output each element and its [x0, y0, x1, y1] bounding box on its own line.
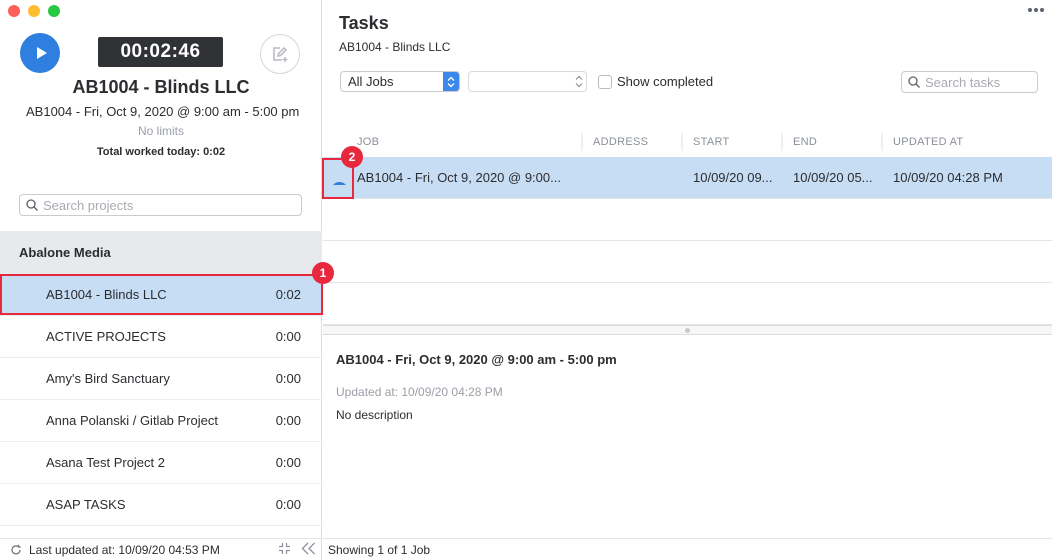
project-item[interactable]: AB1004 - Blinds LLC 0:02	[0, 274, 322, 316]
project-name: Asana Test Project 2	[46, 455, 165, 470]
project-item[interactable]: Asana Test Project 2 0:00	[0, 442, 322, 484]
project-list: AB1004 - Blinds LLC 0:02 ACTIVE PROJECTS…	[0, 274, 322, 526]
panel-splitter[interactable]	[323, 325, 1052, 335]
jobs-filter-value: All Jobs	[348, 74, 394, 89]
page-title: Tasks	[339, 13, 389, 33]
project-time: 0:00	[275, 455, 301, 470]
search-tasks-field[interactable]	[901, 71, 1038, 93]
project-name: ASAP TASKS	[46, 497, 126, 512]
select-stepper-icon	[575, 75, 583, 88]
task-detail-title: AB1004 - Fri, Oct 9, 2020 @ 9:00 am - 5:…	[336, 352, 617, 367]
show-completed-label: Show completed	[617, 74, 714, 89]
table-row[interactable]: AB1004 - Fri, Oct 9, 2020 @ 9:00... 10/0…	[323, 157, 1052, 199]
show-completed-toggle[interactable]: Show completed	[598, 74, 713, 89]
project-time: 0:00	[275, 371, 301, 386]
tasks-footer: Showing 1 of 1 Job	[323, 538, 1052, 560]
column-header-start[interactable]: START	[683, 133, 783, 151]
window-controls	[8, 5, 60, 17]
project-name: Anna Polanski / Gitlab Project	[46, 413, 218, 428]
project-name: AB1004 - Blinds LLC	[46, 287, 167, 302]
double-chevron-left-icon	[301, 542, 315, 555]
window-minimize-button[interactable]	[28, 5, 40, 17]
job-name: AB1004 - Fri, Oct 9, 2020 @ 9:00...	[357, 170, 561, 185]
last-updated-text: Last updated at: 10/09/20 04:53 PM	[29, 542, 220, 557]
show-completed-checkbox[interactable]	[598, 74, 612, 89]
total-worked-today: Total worked today: 0:02	[0, 146, 322, 158]
cell-updated-at: 10/09/20 04:28 PM	[893, 170, 1003, 185]
search-projects-input[interactable]	[43, 197, 283, 213]
cell-job: AB1004 - Fri, Oct 9, 2020 @ 9:00...	[323, 170, 583, 185]
empty-row	[323, 199, 1052, 241]
column-header-updated-at[interactable]: UPDATED AT	[883, 133, 1052, 151]
column-header-job[interactable]: JOB	[323, 133, 583, 151]
current-task-name: AB1004 - Fri, Oct 9, 2020 @ 9:00 am - 5:…	[26, 104, 300, 119]
window-maximize-button[interactable]	[48, 5, 60, 17]
secondary-filter-select[interactable]	[468, 71, 587, 92]
project-name: ACTIVE PROJECTS	[46, 329, 166, 344]
total-worked-label: Total worked today:	[96, 146, 200, 158]
sidebar-footer: Last updated at: 10/09/20 04:53 PM	[0, 538, 322, 560]
empty-row	[323, 241, 1052, 283]
refresh-button[interactable]	[10, 544, 22, 556]
start-timer-button[interactable]	[20, 33, 60, 73]
search-projects-field[interactable]	[19, 194, 302, 216]
project-item[interactable]: ACTIVE PROJECTS 0:00	[0, 316, 322, 358]
sidebar: 00:02:46 AB1004 - Blinds LLC AB1004 - Fr…	[0, 0, 322, 560]
project-item[interactable]: ASAP TASKS 0:00	[0, 484, 322, 526]
window-close-button[interactable]	[8, 5, 20, 17]
collapse-sidebar-button[interactable]	[301, 542, 316, 555]
project-name: Amy's Bird Sanctuary	[46, 371, 170, 386]
column-header-end[interactable]: END	[783, 133, 883, 151]
project-time: 0:00	[275, 413, 301, 428]
project-time: 0:02	[275, 287, 301, 302]
splitter-handle-icon	[685, 328, 690, 333]
play-icon	[36, 47, 47, 59]
task-detail-description: No description	[336, 408, 413, 422]
limits-text: No limits	[137, 124, 184, 138]
start-task-button[interactable]	[331, 182, 348, 185]
select-stepper-icon	[443, 72, 459, 91]
cell-start: 10/09/20 09...	[693, 170, 773, 185]
project-item[interactable]: Anna Polanski / Gitlab Project 0:00	[0, 400, 322, 442]
showing-count-text: Showing 1 of 1 Job	[328, 542, 431, 557]
compress-icon	[279, 543, 290, 554]
column-header-address[interactable]: ADDRESS	[583, 133, 683, 151]
refresh-icon	[11, 544, 21, 554]
project-item[interactable]: Amy's Bird Sanctuary 0:00	[0, 358, 322, 400]
empty-row	[323, 283, 1052, 325]
search-icon	[908, 76, 920, 88]
edit-add-icon	[273, 46, 288, 62]
page-subtitle: AB1004 - Blinds LLC	[339, 40, 451, 54]
search-tasks-input[interactable]	[925, 74, 1030, 90]
total-worked-value: 0:02	[203, 146, 226, 158]
table-header: JOB ADDRESS START END UPDATED AT	[323, 127, 1052, 157]
jobs-filter-select[interactable]: All Jobs	[340, 71, 460, 92]
client-group-header[interactable]: Abalone Media	[0, 231, 322, 274]
current-project-title: AB1004 - Blinds LLC	[72, 77, 250, 97]
project-time: 0:00	[275, 497, 301, 512]
tasks-panel: Tasks AB1004 - Blinds LLC All Jobs Show …	[323, 0, 1052, 560]
more-options-button[interactable]	[1028, 8, 1044, 12]
more-horizontal-icon	[1028, 8, 1032, 12]
cell-end: 10/09/20 05...	[793, 170, 873, 185]
timer-display: 00:02:46	[98, 37, 223, 67]
task-detail-updated: Updated at: 10/09/20 04:28 PM	[336, 385, 503, 399]
compact-view-button[interactable]	[278, 542, 291, 555]
annotation-badge-1: 1	[312, 262, 334, 284]
tasks-table: JOB ADDRESS START END UPDATED AT AB1004 …	[323, 127, 1052, 325]
project-time: 0:00	[275, 329, 301, 344]
search-icon	[26, 199, 38, 211]
annotation-badge-2: 2	[341, 146, 363, 168]
edit-entry-button[interactable]	[260, 34, 300, 74]
